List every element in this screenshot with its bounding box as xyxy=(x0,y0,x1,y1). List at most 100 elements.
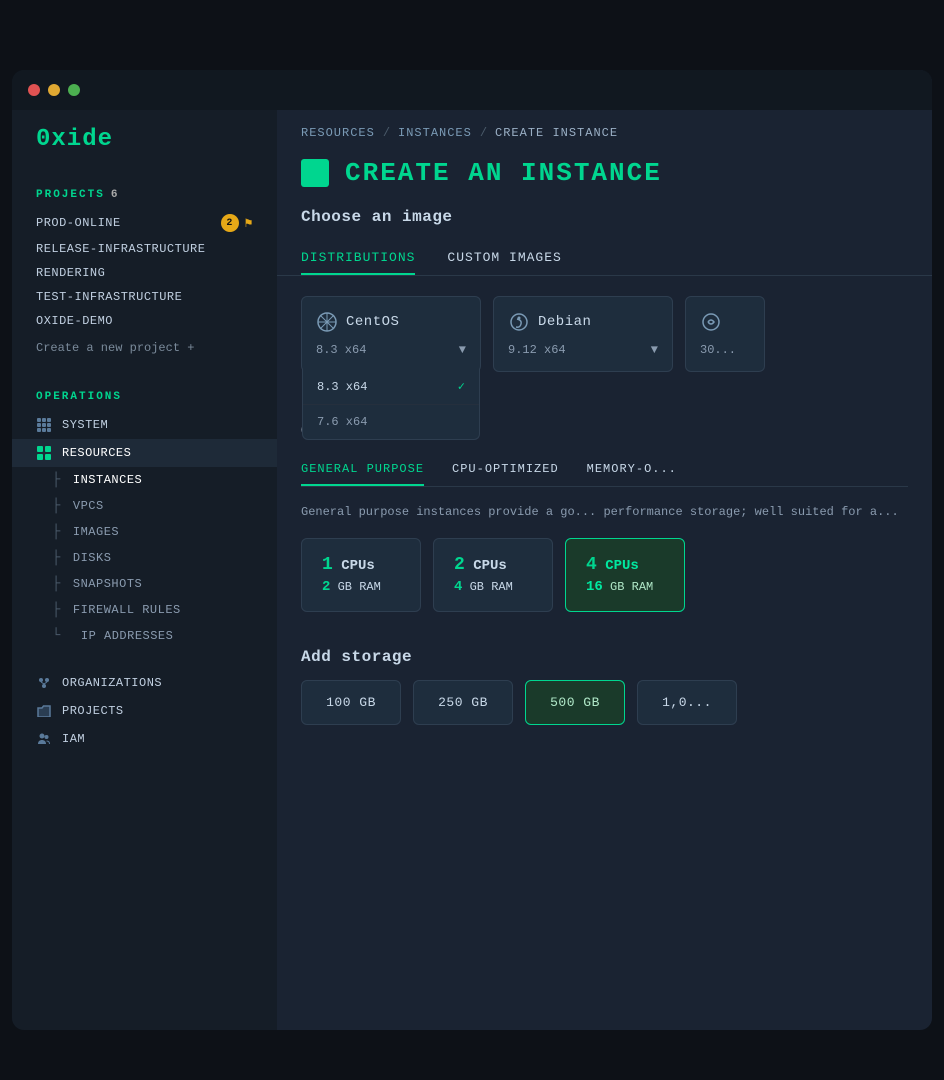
page-header-icon xyxy=(301,159,329,187)
sidebar-item-iam[interactable]: IAM xyxy=(12,725,277,753)
image-card-debian[interactable]: Debian 9.12 x64 ▼ xyxy=(493,296,673,372)
debian-card-header: Debian xyxy=(508,311,658,333)
folder-icon xyxy=(36,703,52,719)
tab-distributions[interactable]: DISTRIBUTIONS xyxy=(301,242,415,275)
tab-custom-images[interactable]: CUSTOM IMAGES xyxy=(447,242,561,275)
sidebar: 0xide PROJECTS6 PROD-ONLINE 2 ⚑ RELEASE-… xyxy=(12,70,277,1030)
centos-version-select[interactable]: 8.3 x64 ▼ xyxy=(316,343,466,357)
debian-name: Debian xyxy=(538,314,591,330)
sidebar-item-rendering[interactable]: RENDERING xyxy=(12,261,277,285)
cpu-label-2: 2 CPUs xyxy=(454,555,532,575)
centos-name: CentOS xyxy=(346,314,399,330)
create-project-link[interactable]: Create a new project + xyxy=(12,333,277,363)
chevron-down-icon: ▼ xyxy=(459,343,466,357)
breadcrumb-instances[interactable]: INSTANCES xyxy=(398,126,472,140)
cpu-label-3: 4 CPUs xyxy=(586,555,664,575)
maximize-button[interactable] xyxy=(68,84,80,96)
centos-dropdown: 8.3 x64 ✓ 7.6 x64 xyxy=(302,369,480,440)
dropdown-item-7-6[interactable]: 7.6 x64 xyxy=(303,405,479,439)
org-icon xyxy=(36,675,52,691)
tab-cpu-optimized[interactable]: CPU-OPTIMIZED xyxy=(452,454,559,486)
connector-icon: ├ xyxy=(52,472,61,488)
project-badges: 2 ⚑ xyxy=(221,214,253,232)
connector-icon: ├ xyxy=(52,524,61,540)
sidebar-item-projects[interactable]: PROJECTS xyxy=(12,697,277,725)
sidebar-item-oxide-demo[interactable]: OXIDE-DEMO xyxy=(12,309,277,333)
connector-icon: ├ xyxy=(52,498,61,514)
sidebar-item-prod-online[interactable]: PROD-ONLINE 2 ⚑ xyxy=(12,209,277,237)
choose-image-label: Choose an image xyxy=(277,208,932,242)
sidebar-item-snapshots[interactable]: ├ SNAPSHOTS xyxy=(12,571,277,597)
tab-general-purpose[interactable]: GENERAL PURPOSE xyxy=(301,454,424,486)
instance-description: General purpose instances provide a go..… xyxy=(301,503,908,522)
ram-label-2: 4 GB RAM xyxy=(454,579,532,595)
minimize-button[interactable] xyxy=(48,84,60,96)
cpu-label-1: 1 CPUs xyxy=(322,555,400,575)
close-button[interactable] xyxy=(28,84,40,96)
storage-section: Add storage 100 GB 250 GB 500 GB 1,0... xyxy=(277,628,932,725)
top-bar xyxy=(12,70,932,110)
debian-version-select[interactable]: 9.12 x64 ▼ xyxy=(508,343,658,357)
sidebar-item-test-infra[interactable]: TEST-INFRASTRUCTURE xyxy=(12,285,277,309)
grid-icon xyxy=(36,417,52,433)
sidebar-item-system[interactable]: SYSTEM xyxy=(12,411,277,439)
resources-icon xyxy=(36,445,52,461)
cpu-card-3[interactable]: 4 CPUs 16 GB RAM xyxy=(565,538,685,612)
cpu-card-2[interactable]: 2 CPUs 4 GB RAM xyxy=(433,538,553,612)
sidebar-item-release-infra[interactable]: RELEASE-INFRASTRUCTURE xyxy=(12,237,277,261)
image-tabs-row: DISTRIBUTIONS CUSTOM IMAGES xyxy=(277,242,932,276)
tab-memory-optimized[interactable]: MEMORY-O... xyxy=(587,454,677,486)
operations-section: OPERATIONS SYSTEM xyxy=(12,379,277,649)
breadcrumb-resources[interactable]: RESOURCES xyxy=(301,126,375,140)
debian-version: 9.12 x64 xyxy=(508,343,566,357)
generic-os-icon xyxy=(700,311,722,333)
connector-icon: ├ xyxy=(52,602,61,618)
centos-icon xyxy=(316,311,338,333)
add-storage-label: Add storage xyxy=(301,648,908,666)
operations-label: OPERATIONS xyxy=(12,379,277,411)
storage-card-1000[interactable]: 1,0... xyxy=(637,680,737,725)
storage-card-500[interactable]: 500 GB xyxy=(525,680,625,725)
chevron-down-icon: ▼ xyxy=(651,343,658,357)
sidebar-item-vpcs[interactable]: ├ VPCS xyxy=(12,493,277,519)
storage-card-100[interactable]: 100 GB xyxy=(301,680,401,725)
sidebar-item-disks[interactable]: ├ DISKS xyxy=(12,545,277,571)
connector-icon: ├ xyxy=(52,576,61,592)
projects-section-label: PROJECTS6 xyxy=(12,177,277,209)
sidebar-item-images[interactable]: ├ IMAGES xyxy=(12,519,277,545)
sidebar-item-organizations[interactable]: ORGANIZATIONS xyxy=(12,669,277,697)
cpu-cards-row: 1 CPUs 2 GB RAM 2 CPUs 4 GB RAM 4 CPUs 1… xyxy=(301,538,908,612)
check-icon: ✓ xyxy=(458,379,465,394)
connector-icon: └ xyxy=(52,628,61,644)
storage-card-250[interactable]: 250 GB xyxy=(413,680,513,725)
bookmark-icon: ⚑ xyxy=(245,216,253,231)
resources-label: RESOURCES xyxy=(62,446,131,460)
screen-wrapper: 0xide PROJECTS6 PROD-ONLINE 2 ⚑ RELEASE-… xyxy=(12,70,932,1030)
debian-icon xyxy=(508,311,530,333)
bottom-nav: ORGANIZATIONS PROJECTS xyxy=(12,669,277,753)
ram-label-1: 2 GB RAM xyxy=(322,579,400,595)
notification-badge: 2 xyxy=(221,214,239,232)
breadcrumb-sep1: / xyxy=(383,126,390,140)
page-header: CREATE AN INSTANCE xyxy=(277,150,932,208)
instance-tabs-row: GENERAL PURPOSE CPU-OPTIMIZED MEMORY-O..… xyxy=(301,454,908,487)
storage-cards-row: 100 GB 250 GB 500 GB 1,0... xyxy=(301,680,908,725)
iam-icon xyxy=(36,731,52,747)
ram-label-3: 16 GB RAM xyxy=(586,579,664,595)
image-card-centos[interactable]: CentOS 8.3 x64 ▼ 8.3 x64 ✓ 7.6 x64 xyxy=(301,296,481,372)
breadcrumb-current: CREATE INSTANCE xyxy=(495,126,618,140)
dropdown-item-8-3[interactable]: 8.3 x64 ✓ xyxy=(303,369,479,405)
image-card-third[interactable]: 30... xyxy=(685,296,765,372)
sidebar-item-ip-addresses[interactable]: └ IP ADDRESSES xyxy=(12,623,277,649)
sidebar-item-instances[interactable]: ├ INSTANCES xyxy=(12,467,277,493)
sidebar-item-resources[interactable]: RESOURCES xyxy=(12,439,277,467)
main-content: RESOURCES / INSTANCES / CREATE INSTANCE … xyxy=(277,70,932,1030)
third-version: 30... xyxy=(700,343,736,357)
third-card-header xyxy=(700,311,750,333)
centos-version: 8.3 x64 xyxy=(316,343,366,357)
sidebar-item-firewall-rules[interactable]: ├ FIREWALL RULES xyxy=(12,597,277,623)
system-label: SYSTEM xyxy=(62,418,108,432)
breadcrumb: RESOURCES / INSTANCES / CREATE INSTANCE xyxy=(277,110,932,150)
third-version-select[interactable]: 30... xyxy=(700,343,750,357)
cpu-card-1[interactable]: 1 CPUs 2 GB RAM xyxy=(301,538,421,612)
